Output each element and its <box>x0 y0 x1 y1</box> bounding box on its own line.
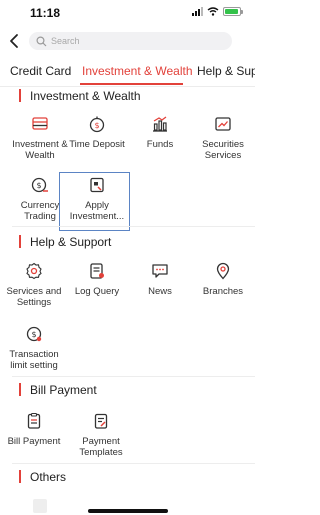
tab-credit-card[interactable]: Credit Card <box>10 64 71 78</box>
menu-item-label: Funds <box>146 139 174 150</box>
menu-item-branches[interactable]: Branches <box>192 262 254 297</box>
section-divider <box>12 376 255 377</box>
securities-icon <box>215 117 231 131</box>
time-deposit-icon: $ <box>89 116 105 133</box>
section-accent-bar <box>19 383 21 396</box>
bill-payment-icon <box>27 412 41 429</box>
svg-text:$: $ <box>94 121 99 130</box>
wifi-icon <box>207 7 219 16</box>
home-indicator <box>88 509 168 513</box>
menu-item-label: News <box>148 286 172 297</box>
search-icon <box>36 35 47 46</box>
others-item-icon[interactable] <box>31 497 49 515</box>
battery-icon <box>223 7 243 16</box>
menu-item-label: Securities Services <box>202 139 244 161</box>
back-arrow-icon[interactable] <box>6 32 22 50</box>
selection-highlight-box <box>59 172 130 231</box>
section-title: Help & Support <box>30 235 112 249</box>
svg-text:$: $ <box>31 330 36 339</box>
section-header-others: Others <box>0 469 255 485</box>
section-header-investment-wealth: Investment & Wealth <box>0 88 255 104</box>
section-header-help-support: Help & Support <box>0 234 255 250</box>
menu-item-bill-payment[interactable]: Bill Payment <box>3 412 65 447</box>
section-divider <box>12 226 255 227</box>
funds-icon <box>153 116 167 132</box>
menu-item-transaction-limit[interactable]: $ Transaction limit setting <box>3 325 65 371</box>
tab-investment-wealth[interactable]: Investment & Wealth <box>82 64 193 78</box>
currency-trading-icon: $ <box>31 177 48 193</box>
section-accent-bar <box>19 89 21 102</box>
menu-item-news[interactable]: News <box>129 262 191 297</box>
category-tabs: Credit Card Investment & Wealth Help & S… <box>0 56 255 87</box>
payment-templates-icon <box>94 413 108 429</box>
menu-item-time-deposit[interactable]: $ Time Deposit <box>66 115 128 150</box>
section-divider <box>12 463 255 464</box>
status-time: 11:18 <box>30 6 61 20</box>
section-title: Investment & Wealth <box>30 89 141 103</box>
tab-help-support[interactable]: Help & Supp <box>197 64 255 78</box>
section-accent-bar <box>19 470 21 483</box>
menu-item-funds[interactable]: Funds <box>129 115 191 150</box>
menu-item-label: Transaction limit setting <box>9 349 59 371</box>
menu-item-investment-wealth[interactable]: Investment & Wealth <box>9 115 71 161</box>
search-input[interactable] <box>51 36 221 46</box>
menu-item-payment-templates[interactable]: Payment Templates <box>70 412 132 458</box>
svg-text:$: $ <box>36 181 41 190</box>
menu-item-services-settings[interactable]: Services and Settings <box>3 262 65 308</box>
menu-item-label: Services and Settings <box>6 286 62 308</box>
menu-item-label: Payment Templates <box>79 436 123 458</box>
search-bar[interactable] <box>29 32 232 50</box>
section-accent-bar <box>19 235 21 248</box>
menu-item-log-query[interactable]: Log Query <box>66 262 128 297</box>
section-header-bill-payment: Bill Payment <box>0 382 255 398</box>
menu-item-securities-services[interactable]: Securities Services <box>192 115 254 161</box>
news-icon <box>152 264 168 278</box>
top-bar <box>0 28 255 54</box>
menu-item-label: Bill Payment <box>7 436 61 447</box>
menu-item-label: Investment & Wealth <box>12 139 68 161</box>
section-title: Bill Payment <box>30 383 97 397</box>
menu-item-label: Log Query <box>74 286 120 297</box>
investment-wealth-icon <box>32 117 48 130</box>
transaction-limit-icon: $ <box>26 326 42 342</box>
settings-gear-icon <box>26 262 42 280</box>
menu-item-label: Branches <box>202 286 244 297</box>
status-icons <box>192 7 243 16</box>
cellular-signal-icon <box>192 7 203 16</box>
section-title: Others <box>30 470 67 484</box>
status-bar: 11:18 <box>0 0 255 26</box>
log-query-icon <box>90 263 104 279</box>
menu-item-label: Time Deposit <box>69 139 125 150</box>
active-tab-indicator <box>80 83 183 85</box>
location-pin-icon <box>216 262 230 280</box>
